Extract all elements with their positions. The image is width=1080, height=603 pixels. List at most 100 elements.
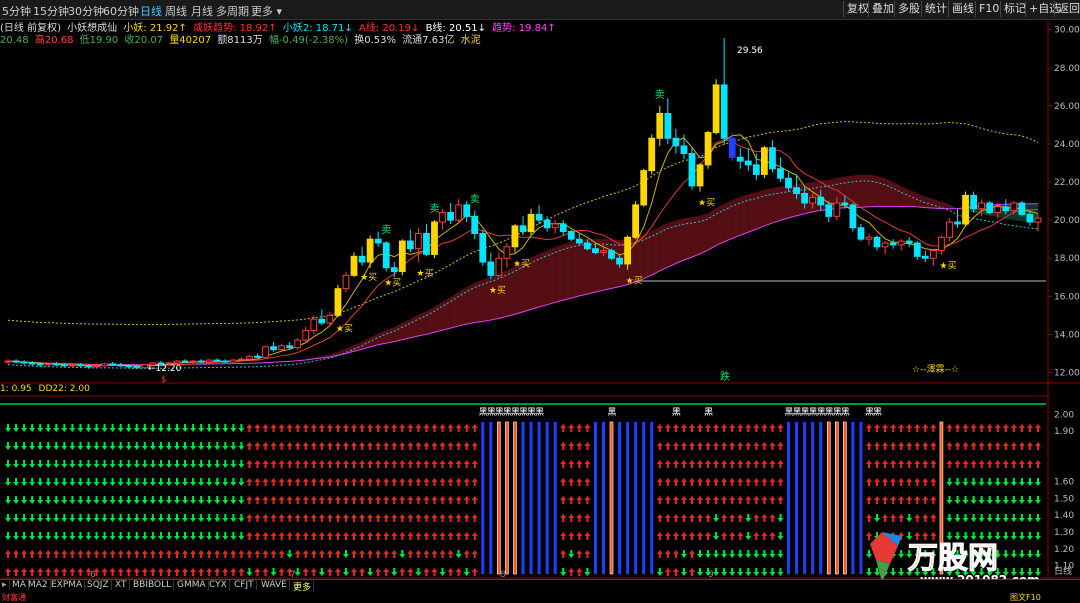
candle-body[interactable] [745,161,751,165]
candle-body[interactable] [174,361,180,363]
candle-body[interactable] [930,251,936,259]
candle-body[interactable] [247,356,253,359]
candle-body[interactable] [1035,218,1041,222]
candle-body[interactable] [906,241,912,243]
tab-xt[interactable]: XT [113,580,130,590]
candle-body[interactable] [263,347,269,357]
candle-body[interactable] [488,262,494,275]
candle-body[interactable] [979,203,985,209]
candle-body[interactable] [230,360,236,362]
candle-body[interactable] [29,363,35,364]
candle-body[interactable] [665,114,671,139]
candle-body[interactable] [335,289,341,316]
candle-body[interactable] [963,195,969,224]
candle-body[interactable] [552,224,558,228]
candle-body[interactable] [134,367,140,368]
candle-body[interactable] [391,268,397,272]
candle-body[interactable] [295,340,301,348]
candle-body[interactable] [753,165,759,175]
candle-body[interactable] [1027,214,1033,222]
candle-body[interactable] [53,364,59,365]
candle-body[interactable] [633,205,639,237]
candle-body[interactable] [858,228,864,239]
candle-body[interactable] [512,226,518,247]
candle-body[interactable] [761,148,767,175]
candle-body[interactable] [536,214,542,220]
tab-cfjt[interactable]: CFJT [232,580,257,590]
candle-body[interactable] [214,360,220,361]
candle-body[interactable] [327,315,333,323]
candle-body[interactable] [126,366,132,367]
candle-body[interactable] [407,241,413,249]
status-right[interactable]: 图文F10 [1010,592,1041,603]
candle-body[interactable] [359,256,365,262]
candle-body[interactable] [914,243,920,256]
candle-body[interactable] [544,220,550,228]
candle-body[interactable] [367,239,373,262]
candle-body[interactable] [78,365,84,366]
candle-body[interactable] [705,133,711,165]
candle-body[interactable] [45,364,51,365]
candle-body[interactable] [86,366,92,367]
candle-body[interactable] [898,241,904,245]
candle-body[interactable] [351,256,357,275]
candle-body[interactable] [609,251,615,259]
candle-body[interactable] [810,197,816,203]
candle-body[interactable] [593,249,599,253]
candle-body[interactable] [826,205,832,216]
candle-body[interactable] [255,356,261,357]
candle-body[interactable] [456,205,462,220]
candle-body[interactable] [448,213,454,221]
candle-body[interactable] [1011,203,1017,211]
candle-body[interactable] [496,258,502,275]
candle-body[interactable] [5,361,11,362]
candle-body[interactable] [625,237,631,264]
candle-body[interactable] [995,207,1001,213]
candle-body[interactable] [1019,203,1025,214]
tab-arrow-icon[interactable]: ▸ [0,580,10,590]
candle-body[interactable] [802,193,808,203]
candle-body[interactable] [568,232,574,240]
candle-body[interactable] [198,361,204,362]
tab-cyx[interactable]: CYX [207,580,230,590]
candle-body[interactable] [641,171,647,205]
candle-body[interactable] [939,237,945,250]
candle-body[interactable] [601,251,607,253]
candle-body[interactable] [721,85,727,138]
candle-body[interactable] [834,203,840,216]
candle-body[interactable] [786,178,792,188]
candle-body[interactable] [947,222,953,237]
candle-body[interactable] [528,214,534,231]
candle-body[interactable] [713,85,719,133]
tab-gmma[interactable]: GMMA [175,580,209,590]
candle-body[interactable] [874,237,880,247]
candle-body[interactable] [222,361,228,362]
candle-body[interactable] [657,114,663,139]
candle-body[interactable] [689,153,695,185]
candle-body[interactable] [432,222,438,254]
candle-body[interactable] [464,205,470,216]
candle-body[interactable] [311,319,317,330]
candle-body[interactable] [303,331,309,341]
candle-body[interactable] [440,213,446,223]
candle-body[interactable] [399,241,405,271]
candle-body[interactable] [94,366,100,367]
candle-body[interactable] [238,359,244,360]
candle-body[interactable] [102,364,108,366]
candle-body[interactable] [737,157,743,161]
candle-body[interactable] [681,146,687,154]
candle-body[interactable] [504,247,510,258]
candle-body[interactable] [576,239,582,243]
candle-body[interactable] [375,239,381,243]
kline-chart[interactable]: 卖卖卖卖★买★买★买★买★买★买★买★买★买 黑黑黑黑黑黑黑黑黑黑黑黑黑黑黑黑黑… [0,0,1080,601]
candle-body[interactable] [271,347,277,350]
candle-body[interactable] [617,258,623,264]
candle-body[interactable] [37,364,43,365]
candle-body[interactable] [673,138,679,146]
candle-body[interactable] [955,222,961,224]
candle-body[interactable] [560,224,566,232]
candle-body[interactable] [1003,207,1009,211]
candle-body[interactable] [21,362,27,363]
candle-body[interactable] [279,346,285,350]
candle-body[interactable] [649,138,655,170]
